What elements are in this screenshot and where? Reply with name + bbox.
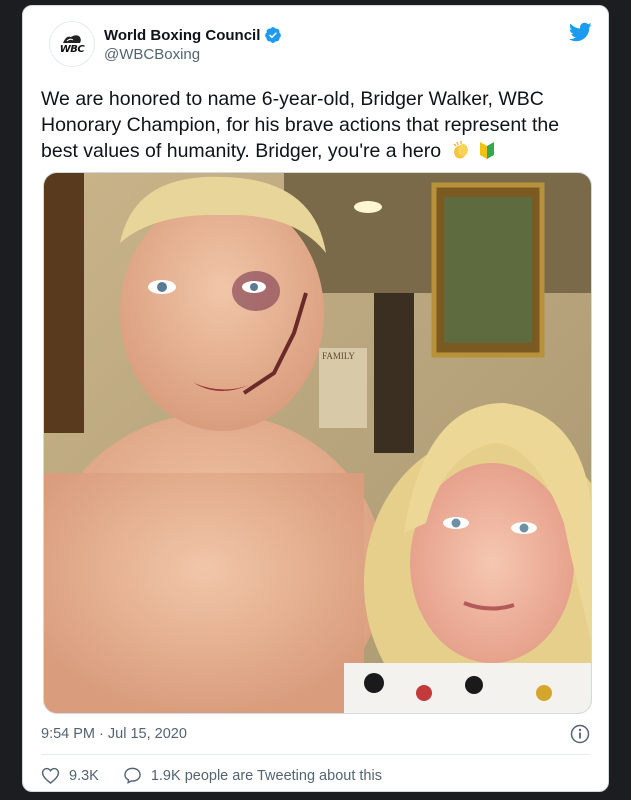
svg-text:FAMILY: FAMILY	[322, 351, 355, 361]
like-button[interactable]: 9.3K	[41, 766, 99, 785]
info-icon[interactable]	[570, 724, 590, 744]
clapping-hands-icon	[453, 141, 468, 159]
tweet-text: We are honored to name 6-year-old, Bridg…	[41, 86, 601, 164]
author-name-row[interactable]: World Boxing Council	[104, 26, 282, 44]
photo-image: FAMILY	[44, 173, 591, 713]
wbc-logo-icon	[63, 35, 81, 43]
speech-bubble-icon	[124, 767, 141, 784]
reply-button[interactable]: 1.9K people are Tweeting about this	[123, 766, 382, 785]
tweet-card[interactable]: WBC World Boxing Council @WBCBoxing We a…	[22, 5, 609, 792]
tweet-timestamp[interactable]: 9:54 PM · Jul 15, 2020	[41, 726, 187, 742]
tweet-photo[interactable]: FAMILY	[43, 172, 592, 714]
author-display-name[interactable]: World Boxing Council	[104, 27, 260, 44]
divider	[41, 754, 590, 755]
verified-badge-icon	[265, 27, 282, 43]
avatar-logo-text: WBC	[59, 44, 85, 55]
twitter-bird-icon[interactable]	[568, 20, 592, 44]
japanese-beginner-symbol-icon	[479, 142, 494, 159]
author-handle[interactable]: @WBCBoxing	[104, 46, 200, 63]
heart-icon	[41, 767, 60, 785]
like-count: 9.3K	[69, 767, 99, 784]
author-avatar[interactable]: WBC	[49, 21, 95, 67]
tweeting-about-text: 1.9K people are Tweeting about this	[150, 767, 382, 784]
tweet-actions: 9.3K 1.9K people are Tweeting about this	[41, 766, 382, 785]
